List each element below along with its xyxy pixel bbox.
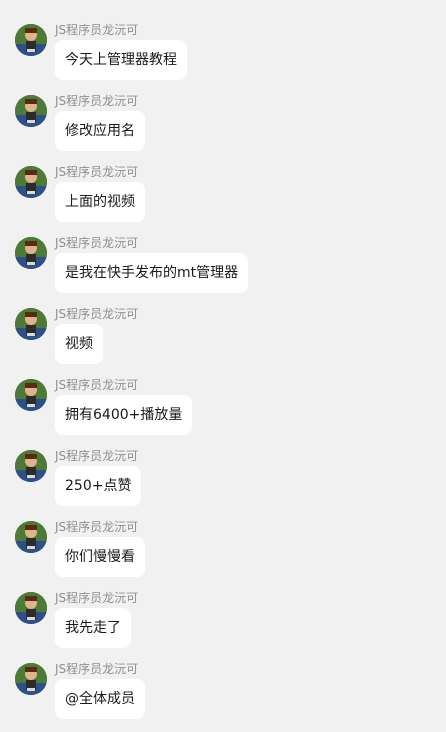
sender-name: JS程序员龙沅可 xyxy=(55,23,139,37)
message-bubble[interactable]: 你们慢慢看 xyxy=(55,537,145,577)
sender-name: JS程序员龙沅可 xyxy=(55,307,139,321)
sender-name: JS程序员龙沅可 xyxy=(55,662,139,676)
avatar[interactable] xyxy=(15,521,47,553)
sender-name: JS程序员龙沅可 xyxy=(55,236,139,250)
avatar[interactable] xyxy=(15,24,47,56)
avatar[interactable] xyxy=(15,663,47,695)
chat-message: JS程序员龙沅可 上面的视频 xyxy=(0,164,446,235)
chat-message-list: JS程序员龙沅可 今天上管理器教程 JS程序员龙沅可 修改应用名 JS程序员龙沅… xyxy=(0,22,446,732)
avatar[interactable] xyxy=(15,308,47,340)
message-bubble[interactable]: 250+点赞 xyxy=(55,466,142,506)
message-bubble[interactable]: 我先走了 xyxy=(55,608,131,648)
message-bubble[interactable]: 视频 xyxy=(55,324,103,364)
sender-name: JS程序员龙沅可 xyxy=(55,165,139,179)
chat-message: JS程序员龙沅可 我先走了 xyxy=(0,590,446,661)
chat-message: JS程序员龙沅可 今天上管理器教程 xyxy=(0,22,446,93)
chat-message: JS程序员龙沅可 @全体成员 xyxy=(0,661,446,732)
chat-message: JS程序员龙沅可 修改应用名 xyxy=(0,93,446,164)
sender-name: JS程序员龙沅可 xyxy=(55,520,139,534)
message-bubble[interactable]: 是我在快手发布的mt管理器 xyxy=(55,253,249,293)
chat-message: JS程序员龙沅可 是我在快手发布的mt管理器 xyxy=(0,235,446,306)
message-bubble[interactable]: 修改应用名 xyxy=(55,111,145,151)
message-bubble[interactable]: 拥有6400+播放量 xyxy=(55,395,193,435)
avatar[interactable] xyxy=(15,592,47,624)
chat-message: JS程序员龙沅可 视频 xyxy=(0,306,446,377)
message-bubble[interactable]: @全体成员 xyxy=(55,679,145,719)
avatar[interactable] xyxy=(15,379,47,411)
sender-name: JS程序员龙沅可 xyxy=(55,591,139,605)
sender-name: JS程序员龙沅可 xyxy=(55,94,139,108)
avatar[interactable] xyxy=(15,95,47,127)
chat-message: JS程序员龙沅可 你们慢慢看 xyxy=(0,519,446,590)
chat-message: JS程序员龙沅可 拥有6400+播放量 xyxy=(0,377,446,448)
chat-message: JS程序员龙沅可 250+点赞 xyxy=(0,448,446,519)
avatar[interactable] xyxy=(15,166,47,198)
message-bubble[interactable]: 上面的视频 xyxy=(55,182,145,222)
sender-name: JS程序员龙沅可 xyxy=(55,378,139,392)
sender-name: JS程序员龙沅可 xyxy=(55,449,139,463)
avatar[interactable] xyxy=(15,450,47,482)
avatar[interactable] xyxy=(15,237,47,269)
message-bubble[interactable]: 今天上管理器教程 xyxy=(55,40,187,80)
